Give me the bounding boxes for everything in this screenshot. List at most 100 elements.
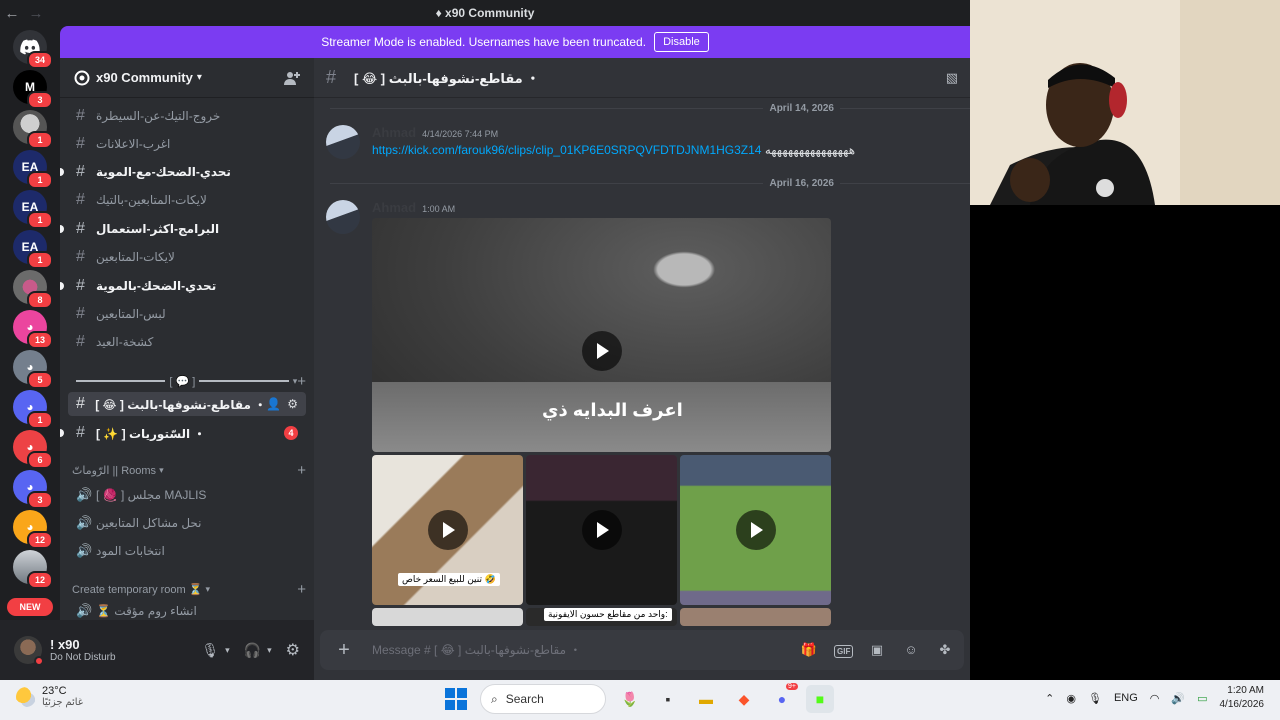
- video-thumbnail[interactable]: [526, 455, 677, 605]
- back-arrow-icon[interactable]: ←: [0, 5, 24, 22]
- message-link[interactable]: https://kick.com/farouk96/clips/clip_01K…: [372, 143, 761, 157]
- server-icon-red[interactable]: ◕ 6: [13, 430, 53, 469]
- server-icon-m[interactable]: M 3: [13, 70, 53, 109]
- unread-badge: 8: [27, 291, 53, 309]
- category-header[interactable]: Create temporary room ⏳ ▾ +: [72, 580, 306, 598]
- gift-icon[interactable]: 🎁: [800, 642, 818, 658]
- channel-item[interactable]: # اغرب-الاعلانات: [68, 132, 306, 156]
- hashtag-icon: #: [76, 333, 85, 350]
- video-attachment[interactable]: اعرف البدايه ذي: [372, 218, 831, 452]
- channel-item-active[interactable]: # [ 😂 ] مقاطع-نشوفها-بالبث ・ 👤 ⚙: [68, 392, 306, 416]
- microphone-icon[interactable]: 🎙: [1088, 692, 1102, 705]
- direct-messages-button[interactable]: 34: [13, 30, 53, 69]
- gif-picker-button[interactable]: GIF: [834, 642, 854, 658]
- mention-badge: 4: [284, 426, 298, 440]
- add-attachment-icon[interactable]: +: [330, 639, 358, 662]
- discord-taskbar-icon[interactable]: ● 9+: [768, 683, 798, 713]
- weather-widget[interactable]: 23°C غائم جزئيًا: [16, 685, 83, 708]
- channel-item[interactable]: # لايكات-المتابعين-بالتيك: [68, 188, 306, 212]
- play-icon[interactable]: [735, 510, 776, 550]
- hashtag-icon: #: [76, 424, 85, 441]
- channel-item[interactable]: # لبس-المتابعين: [68, 302, 306, 326]
- clock[interactable]: 1:20 AM 4/16/2026: [1220, 684, 1265, 712]
- gear-icon[interactable]: ⚙: [287, 397, 298, 411]
- video-thumbnail[interactable]: تنين للبيع السعر خاص 🤣: [372, 455, 523, 605]
- guild-header[interactable]: x90 Community ▾: [60, 58, 314, 98]
- tulips-icon[interactable]: 🌷: [616, 685, 644, 713]
- apps-icon[interactable]: ✤: [936, 642, 954, 658]
- new-unreads-pill[interactable]: NEW: [7, 598, 53, 616]
- gear-icon[interactable]: ⚙: [286, 640, 300, 660]
- channel-item[interactable]: # خروج-التيك-عن-السيطرة: [68, 104, 306, 128]
- channel-item[interactable]: # لايكات-المتابعين: [68, 245, 306, 269]
- sticker-icon[interactable]: ▣: [868, 642, 886, 658]
- file-explorer-icon[interactable]: ▬: [692, 685, 720, 713]
- avatar[interactable]: [14, 636, 44, 666]
- chevron-down-icon[interactable]: ▾: [267, 645, 272, 656]
- voice-channel-item[interactable]: 🔊 نحل مشاكل المتابعين: [68, 511, 306, 535]
- speaker-icon: 🔊: [76, 515, 93, 530]
- headphones-icon[interactable]: 🎧: [244, 642, 261, 659]
- category-label: [ 💬 ]: [169, 375, 196, 388]
- unread-indicator: [60, 168, 64, 176]
- channel-item[interactable]: # تحدي-الضحك-مع-الموية: [60, 160, 306, 184]
- server-icon-blurple[interactable]: ◕ 1: [13, 390, 53, 429]
- server-icon-ea[interactable]: EA 1: [13, 190, 53, 229]
- channel-item[interactable]: # تحدي-الضحك-بالموية: [60, 274, 306, 298]
- battery-icon[interactable]: ▭: [1197, 692, 1207, 705]
- volume-icon[interactable]: 🔊: [1171, 692, 1185, 705]
- threads-icon[interactable]: ▧: [946, 70, 958, 86]
- language-indicator[interactable]: ENG: [1114, 692, 1138, 704]
- create-channel-icon[interactable]: +: [297, 581, 306, 598]
- video-thumbnail[interactable]: [372, 608, 523, 626]
- channel-item[interactable]: # البرامج-اكثر-استعمال: [60, 217, 306, 241]
- server-icon-pink[interactable]: ◕ 13: [13, 310, 53, 349]
- server-icon-grey[interactable]: ◕ 5: [13, 350, 53, 389]
- video-thumbnail[interactable]: [680, 455, 831, 605]
- video-thumbnail[interactable]: واحد من مقاطع حسون الايفونية:: [526, 608, 677, 626]
- wifi-icon[interactable]: ◠: [1150, 692, 1160, 705]
- disable-streamer-mode-button[interactable]: Disable: [654, 32, 709, 52]
- network-tray-icon[interactable]: ◉: [1066, 692, 1076, 705]
- video-thumbnail[interactable]: [680, 608, 831, 626]
- start-button[interactable]: [442, 685, 470, 713]
- channel-item[interactable]: # [ ✨ ] السّتوريات ・ 4: [60, 421, 306, 445]
- play-icon[interactable]: [427, 510, 468, 550]
- server-icon-ea[interactable]: EA 1: [13, 230, 53, 269]
- create-channel-icon[interactable]: +: [297, 373, 306, 390]
- message-input[interactable]: [372, 643, 800, 657]
- play-icon[interactable]: [581, 510, 622, 550]
- avatar[interactable]: [326, 125, 360, 159]
- emoji-icon[interactable]: ☺: [902, 642, 920, 658]
- unread-badge: 34: [27, 51, 53, 69]
- brave-browser-icon[interactable]: ◆: [730, 685, 758, 713]
- message-author[interactable]: Ahmad: [372, 125, 416, 140]
- create-channel-icon[interactable]: +: [297, 462, 306, 479]
- invite-member-icon[interactable]: 👤: [266, 397, 281, 411]
- category-header[interactable]: الرّوماتّ || Rooms ▾ +: [72, 461, 306, 479]
- server-icon-avatar[interactable]: 1: [13, 110, 53, 149]
- taskbar-search[interactable]: ⌕ Search: [480, 684, 606, 714]
- voice-channel-item[interactable]: 🔊 [ 🧶 ] مجلس MAJLIS: [68, 483, 306, 507]
- play-icon[interactable]: [581, 331, 622, 372]
- category-header[interactable]: [ 💬 ] ▾ +: [72, 372, 306, 390]
- avatar[interactable]: [326, 200, 360, 234]
- forward-arrow-icon[interactable]: →: [24, 5, 48, 22]
- chevron-up-icon[interactable]: ⌃: [1045, 692, 1054, 705]
- server-icon-car[interactable]: 12: [13, 550, 53, 589]
- server-icon-yellow[interactable]: ◕ 12: [13, 510, 53, 549]
- title-bar: ← → ♦ x90 Community: [0, 0, 970, 26]
- server-icon-ea[interactable]: EA 1: [13, 150, 53, 189]
- obs-app-icon[interactable]: ■: [806, 685, 834, 713]
- server-icon-blurple[interactable]: ◕ 3: [13, 470, 53, 509]
- microphone-icon[interactable]: 🎙: [201, 642, 219, 659]
- banner-text: Streamer Mode is enabled. Usernames have…: [321, 35, 647, 49]
- message-author[interactable]: Ahmad: [372, 200, 416, 215]
- chevron-down-icon[interactable]: ▾: [225, 645, 230, 656]
- channel-item[interactable]: # كشخة-العيد: [68, 330, 306, 354]
- server-icon-flower[interactable]: 8: [13, 270, 53, 309]
- invite-people-icon[interactable]: [284, 70, 300, 86]
- user-info[interactable]: ! x90 Do Not Disturb: [50, 637, 116, 663]
- task-view-icon[interactable]: ▪: [654, 685, 682, 713]
- voice-channel-item[interactable]: 🔊 انتخابات المود: [68, 539, 306, 563]
